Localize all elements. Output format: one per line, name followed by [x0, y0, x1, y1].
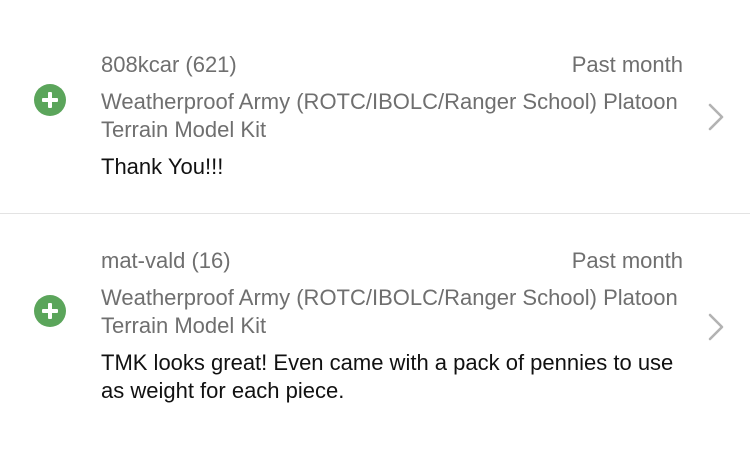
feedback-meta: 808kcar (621) Past month	[101, 50, 683, 80]
feedback-date: Past month	[571, 52, 683, 77]
feedback-date: Past month	[571, 248, 683, 273]
item-title: Weatherproof Army (ROTC/IBOLC/Ranger Sch…	[101, 285, 678, 338]
chevron-right-icon[interactable]	[704, 102, 728, 132]
feedback-comment: Thank You!!!	[101, 154, 224, 179]
positive-rating-icon	[34, 295, 66, 327]
feedback-comment: TMK looks great! Even came with a pack o…	[101, 350, 674, 403]
feedback-row[interactable]: mat-vald (16) Past month Weatherproof Ar…	[0, 214, 750, 464]
feedback-list: 808kcar (621) Past month Weatherproof Ar…	[0, 0, 750, 464]
feedback-meta: mat-vald (16) Past month	[101, 246, 683, 276]
positive-rating-icon	[34, 84, 66, 116]
chevron-right-icon[interactable]	[704, 312, 728, 342]
buyer-username: mat-vald (16)	[101, 248, 231, 273]
buyer-username: 808kcar (621)	[101, 52, 237, 77]
feedback-row[interactable]: 808kcar (621) Past month Weatherproof Ar…	[0, 0, 750, 213]
item-title: Weatherproof Army (ROTC/IBOLC/Ranger Sch…	[101, 89, 678, 142]
